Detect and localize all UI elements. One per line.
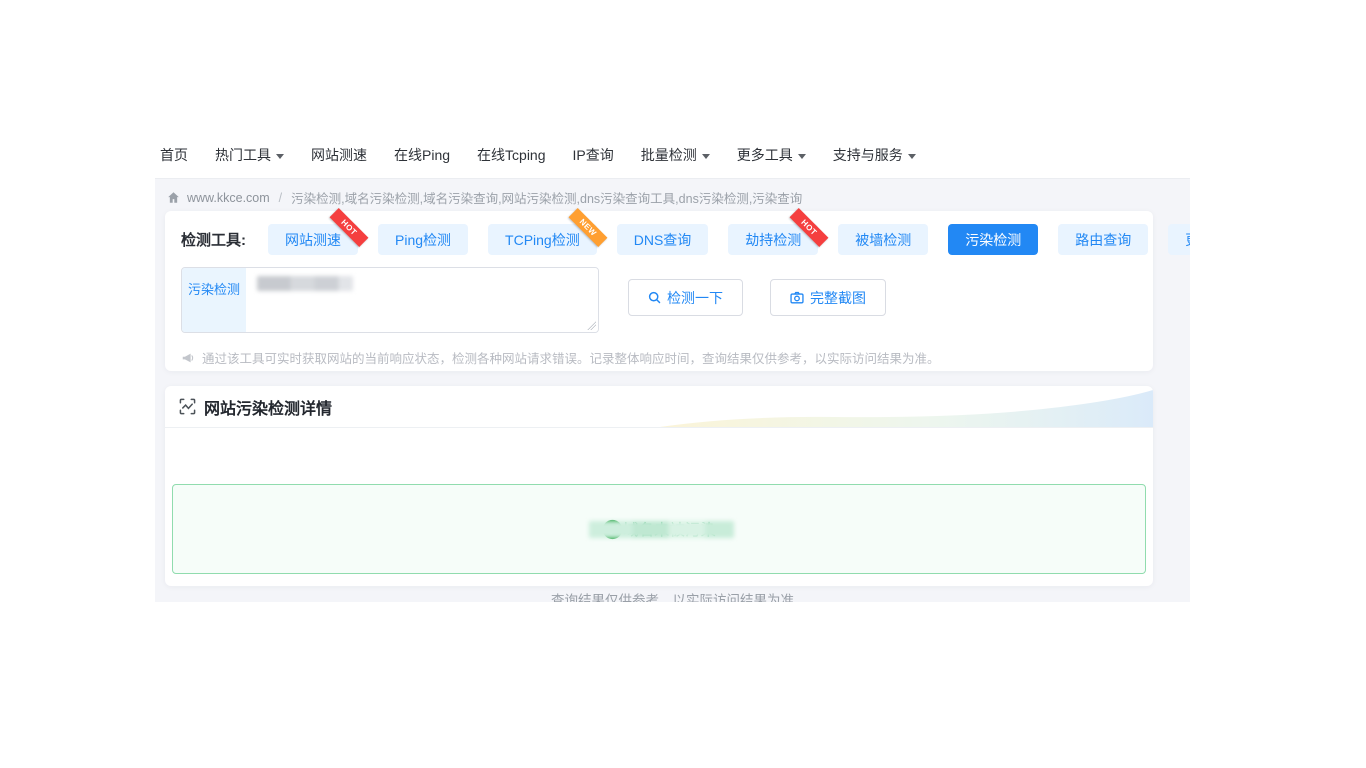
textarea-resize-handle[interactable] <box>587 321 596 330</box>
detect-form: 污染检测 检测一下 完 <box>181 267 1137 333</box>
scan-activity-icon <box>179 398 196 415</box>
tool-button[interactable]: 网站测速HOT <box>268 224 358 255</box>
tool-button[interactable]: DNS查询 <box>617 224 709 255</box>
nav-item[interactable]: 批量检测 <box>641 145 710 165</box>
nav-item[interactable]: 更多工具 <box>737 145 806 165</box>
tool-button[interactable]: 路由查询 <box>1058 224 1148 255</box>
breadcrumb-separator: / <box>279 191 282 205</box>
check-button[interactable]: 检测一下 <box>628 279 743 316</box>
nav-item-label: 批量检测 <box>641 145 697 165</box>
domain-input-label: 污染检测 <box>182 268 246 332</box>
censored-domain-input <box>257 276 353 291</box>
censored-result-domain <box>589 521 734 538</box>
tool-notice: 通过该工具可实时获取网站的当前响应状态，检测各种网站请求错误。记录整体响应时间，… <box>181 348 1137 367</box>
details-title: 网站污染检测详情 <box>204 395 332 419</box>
nav-item-label: 网站测速 <box>311 145 367 165</box>
tools-row: 检测工具: 网站测速HOT Ping检测 TCPing检测NEW DNS查询 劫持检测H… <box>181 224 1137 255</box>
page: 首页热门工具网站测速在线Ping在线TcpingIP查询批量检测更多工具支持与服… <box>0 0 1366 768</box>
tool-button-label: TCPing检测 <box>505 230 580 250</box>
caret-down-icon <box>702 154 710 159</box>
wave-decoration <box>653 386 1153 428</box>
nav-item-label: 在线Tcping <box>477 145 545 165</box>
nav-item-label: 支持与服务 <box>833 145 903 165</box>
tool-button-label: 更多工具 <box>1185 230 1190 250</box>
details-card: 网站污染检测详情 域名未被污染 <box>165 386 1153 586</box>
tools-card: 检测工具: 网站测速HOT Ping检测 TCPing检测NEW DNS查询 劫持检测H… <box>165 211 1153 371</box>
tool-notice-text: 通过该工具可实时获取网站的当前响应状态，检测各种网站请求错误。记录整体响应时间，… <box>202 348 940 367</box>
footer-note: 查询结果仅供参考，以实际访问结果为准 <box>155 589 1190 602</box>
nav-item-label: 更多工具 <box>737 145 793 165</box>
screenshot-button-label: 完整截图 <box>810 288 866 308</box>
nav-item[interactable]: 网站测速 <box>311 145 367 165</box>
tool-button-label: 被墙检测 <box>855 230 911 250</box>
nav-item[interactable]: 在线Ping <box>394 145 450 165</box>
home-icon[interactable] <box>167 191 180 204</box>
nav-item[interactable]: 首页 <box>160 145 188 165</box>
tool-button[interactable]: 劫持检测HOT <box>728 224 818 255</box>
screenshot-button[interactable]: 完整截图 <box>770 279 886 316</box>
top-navigation: 首页 热门工具 网站测速 在线Ping 在线Tcping IP查询 批量检测 更多工具 支持与服… <box>160 145 916 165</box>
nav-item[interactable]: IP查询 <box>573 145 614 165</box>
tool-buttons: 网站测速HOT Ping检测 TCPing检测NEW DNS查询 劫持检测HOT 被墙检测… <box>268 224 1190 255</box>
caret-down-icon <box>276 154 284 159</box>
check-button-label: 检测一下 <box>667 288 723 308</box>
nav-item[interactable]: 在线Tcping <box>477 145 545 165</box>
nav-item-label: 在线Ping <box>394 145 450 165</box>
caret-down-icon <box>908 154 916 159</box>
nav-item[interactable]: 热门工具 <box>215 145 284 165</box>
tool-button-label: 网站测速 <box>285 230 341 250</box>
tool-button[interactable]: TCPing检测NEW <box>488 224 597 255</box>
breadcrumb-page: 污染检测,域名污染检测,域名污染查询,网站污染检测,dns污染查询工具,dns污… <box>291 188 802 207</box>
content-band: www.kkce.com / 污染检测,域名污染检测,域名污染查询,网站污染检测… <box>155 178 1190 602</box>
caret-down-icon <box>798 154 806 159</box>
nav-item[interactable]: 支持与服务 <box>833 145 916 165</box>
tool-button-label: 路由查询 <box>1075 230 1131 250</box>
tool-button-label: 劫持检测 <box>745 230 801 250</box>
tool-button-label: 污染检测 <box>965 230 1021 250</box>
tool-button-label: DNS查询 <box>634 230 692 250</box>
camera-icon <box>790 291 804 305</box>
megaphone-icon <box>181 351 195 365</box>
details-header: 网站污染检测详情 <box>165 386 1153 428</box>
result-box: 域名未被污染 <box>172 484 1146 574</box>
nav-item-label: 热门工具 <box>215 145 271 165</box>
nav-item-label: IP查询 <box>573 145 614 165</box>
tool-button[interactable]: 更多工具 <box>1168 224 1190 255</box>
breadcrumb-site[interactable]: www.kkce.com <box>187 191 270 205</box>
domain-input-group: 污染检测 <box>181 267 599 333</box>
tool-button[interactable]: 被墙检测 <box>838 224 928 255</box>
tool-button[interactable]: Ping检测 <box>378 224 468 255</box>
tool-button-label: Ping检测 <box>395 230 451 250</box>
breadcrumb: www.kkce.com / 污染检测,域名污染检测,域名污染查询,网站污染检测… <box>167 188 802 207</box>
tool-button[interactable]: 污染检测 <box>948 224 1038 255</box>
search-icon <box>648 291 661 304</box>
nav-item-label: 首页 <box>160 145 188 165</box>
tools-label: 检测工具: <box>181 229 246 250</box>
